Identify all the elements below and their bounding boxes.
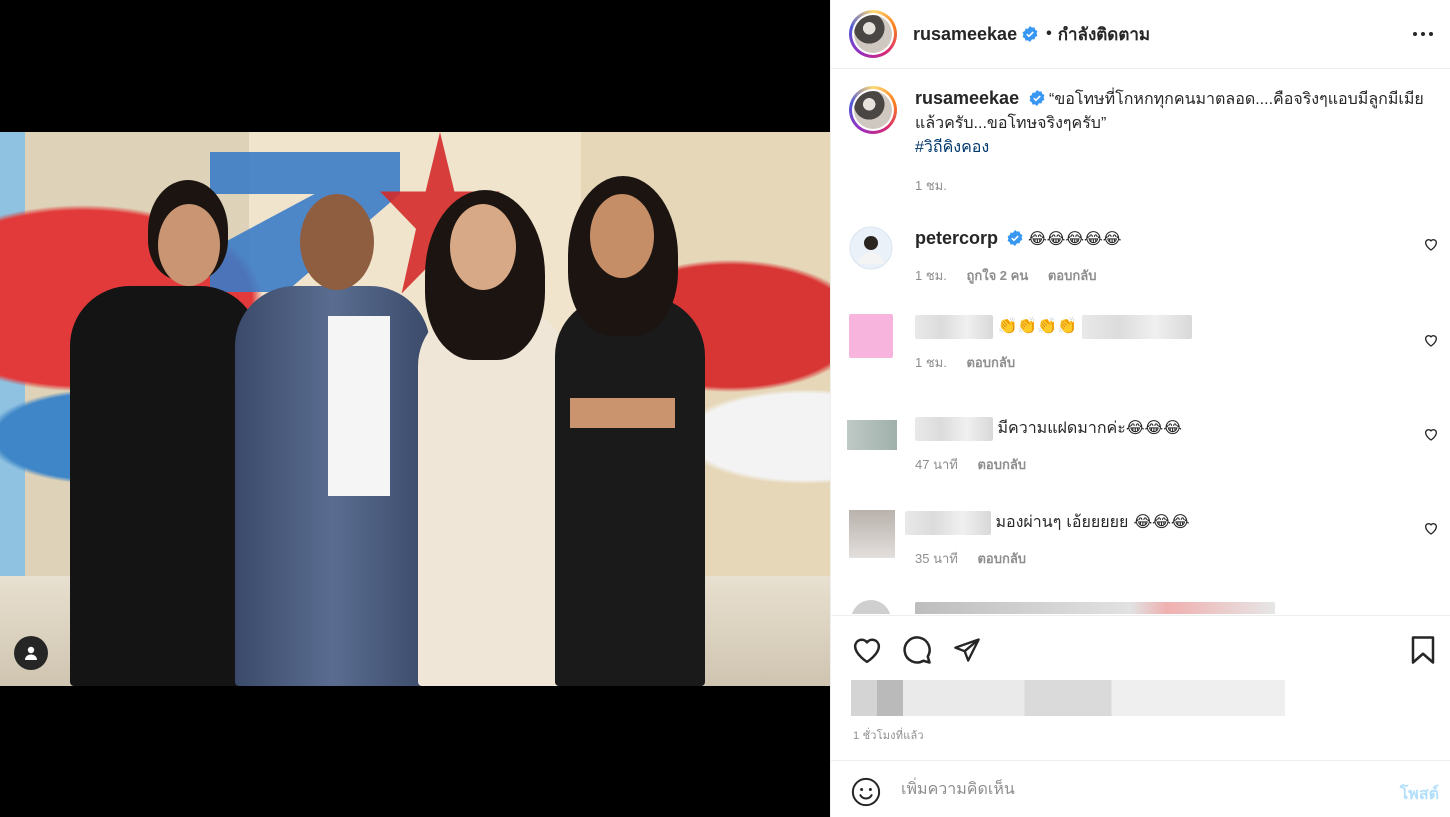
comment-text: มีความแฝดมากค่ะ😂😂😂 <box>997 418 1182 437</box>
caption-hashtag[interactable]: #วิถีคิงคอง <box>915 139 989 156</box>
avatar[interactable] <box>849 314 893 358</box>
post-caption: rusameekae “ขอโทษที่โกหกทุกคนมาตลอด....ค… <box>849 86 1439 196</box>
comment-input[interactable] <box>901 775 1361 805</box>
photo-face <box>450 204 516 290</box>
comment-username-blurred[interactable] <box>905 510 991 535</box>
post-time-ago[interactable]: 1 ชั่วโมงที่แล้ว <box>853 726 924 744</box>
reply-button[interactable]: ตอบกลับ <box>1048 268 1097 283</box>
comment-username-blurred[interactable] <box>915 314 993 339</box>
avatar[interactable] <box>849 86 897 134</box>
comment-username[interactable]: petercorp <box>915 228 998 248</box>
comment-text: มองผ่านๆ เอ้ยยยยย 😂😂😂 <box>995 512 1190 531</box>
photo-shirt <box>328 316 390 496</box>
reply-button[interactable]: ตอบกลับ <box>977 457 1026 472</box>
photo-face <box>590 194 654 278</box>
add-comment-bar: โพสต์ <box>831 760 1450 817</box>
verified-icon <box>1029 90 1045 106</box>
caption-meta: 1 ชม. <box>915 174 1439 198</box>
comment-item: petercorp 😂😂😂😂😂 1 ชม. ถูกใจ 2 คน ตอบกลับ <box>849 226 1439 296</box>
avatar[interactable] <box>847 420 897 450</box>
photo-person <box>418 306 568 686</box>
caption-username[interactable]: rusameekae <box>915 88 1019 108</box>
comment-time: 1 ชม. <box>915 268 947 283</box>
photo-face <box>300 194 374 290</box>
avatar[interactable] <box>849 510 895 558</box>
comment-icon[interactable] <box>901 634 933 666</box>
comment-time: 47 นาที <box>915 457 958 472</box>
post-comment-button[interactable]: โพสต์ <box>1400 782 1439 807</box>
header-separator: • <box>1046 25 1052 42</box>
post-side-panel: rusameekae • กำลังติดตาม rusameekae “ขอโ… <box>830 0 1450 817</box>
post-header: rusameekae • กำลังติดตาม <box>831 0 1450 69</box>
comment-text: 😂😂😂😂😂 <box>1027 229 1122 248</box>
photo-face <box>158 204 220 286</box>
comment-item: มองผ่านๆ เอ้ยยยยย 😂😂😂 35 นาที ตอบกลับ <box>849 510 1439 580</box>
reply-button[interactable]: ตอบกลับ <box>966 355 1015 370</box>
post-media-area <box>0 0 830 817</box>
photo-person <box>555 296 705 686</box>
verified-icon <box>1007 230 1023 246</box>
likes-summary-blurred[interactable] <box>851 680 1285 716</box>
comment-heart-icon[interactable] <box>1423 426 1439 442</box>
post-actions: 1 ชั่วโมงที่แล้ว <box>831 615 1450 760</box>
comments-list[interactable]: rusameekae “ขอโทษที่โกหกทุกคนมาตลอด....ค… <box>831 70 1450 614</box>
reply-button[interactable]: ตอบกลับ <box>977 551 1026 566</box>
header-username[interactable]: rusameekae <box>913 24 1017 45</box>
comment-text: 👏👏👏👏 <box>997 316 1078 335</box>
user-tag-icon[interactable] <box>14 636 48 670</box>
more-options-icon[interactable] <box>1411 22 1435 46</box>
comment-username-blurred[interactable] <box>915 416 993 441</box>
follow-status-button[interactable]: กำลังติดตาม <box>1058 21 1150 48</box>
comment-text-blurred <box>1081 314 1192 339</box>
comment-time: 35 นาที <box>915 551 958 566</box>
share-icon[interactable] <box>951 634 983 666</box>
avatar[interactable] <box>849 226 893 270</box>
comment-heart-icon[interactable] <box>1423 236 1439 252</box>
comment-heart-icon[interactable] <box>1423 520 1439 536</box>
comment-item: มีความแฝดมากค่ะ😂😂😂 47 นาที ตอบกลับ <box>847 416 1439 486</box>
heart-icon[interactable] <box>851 634 883 666</box>
post-photo[interactable] <box>0 132 830 686</box>
comment-item: 👏👏👏👏 1 ชม. ตอบกลับ <box>849 314 1439 384</box>
avatar[interactable] <box>849 10 897 58</box>
comment-heart-icon[interactable] <box>1423 332 1439 348</box>
photo-skin <box>570 398 675 428</box>
verified-icon <box>1022 26 1038 42</box>
photo-person <box>70 286 260 686</box>
comment-likes[interactable]: ถูกใจ 2 คน <box>966 268 1028 283</box>
comment-item-partial <box>849 600 1439 614</box>
save-icon[interactable] <box>1407 634 1439 666</box>
comment-time: 1 ชม. <box>915 355 947 370</box>
caption-time: 1 ชม. <box>915 178 947 193</box>
emoji-icon[interactable] <box>851 777 881 807</box>
